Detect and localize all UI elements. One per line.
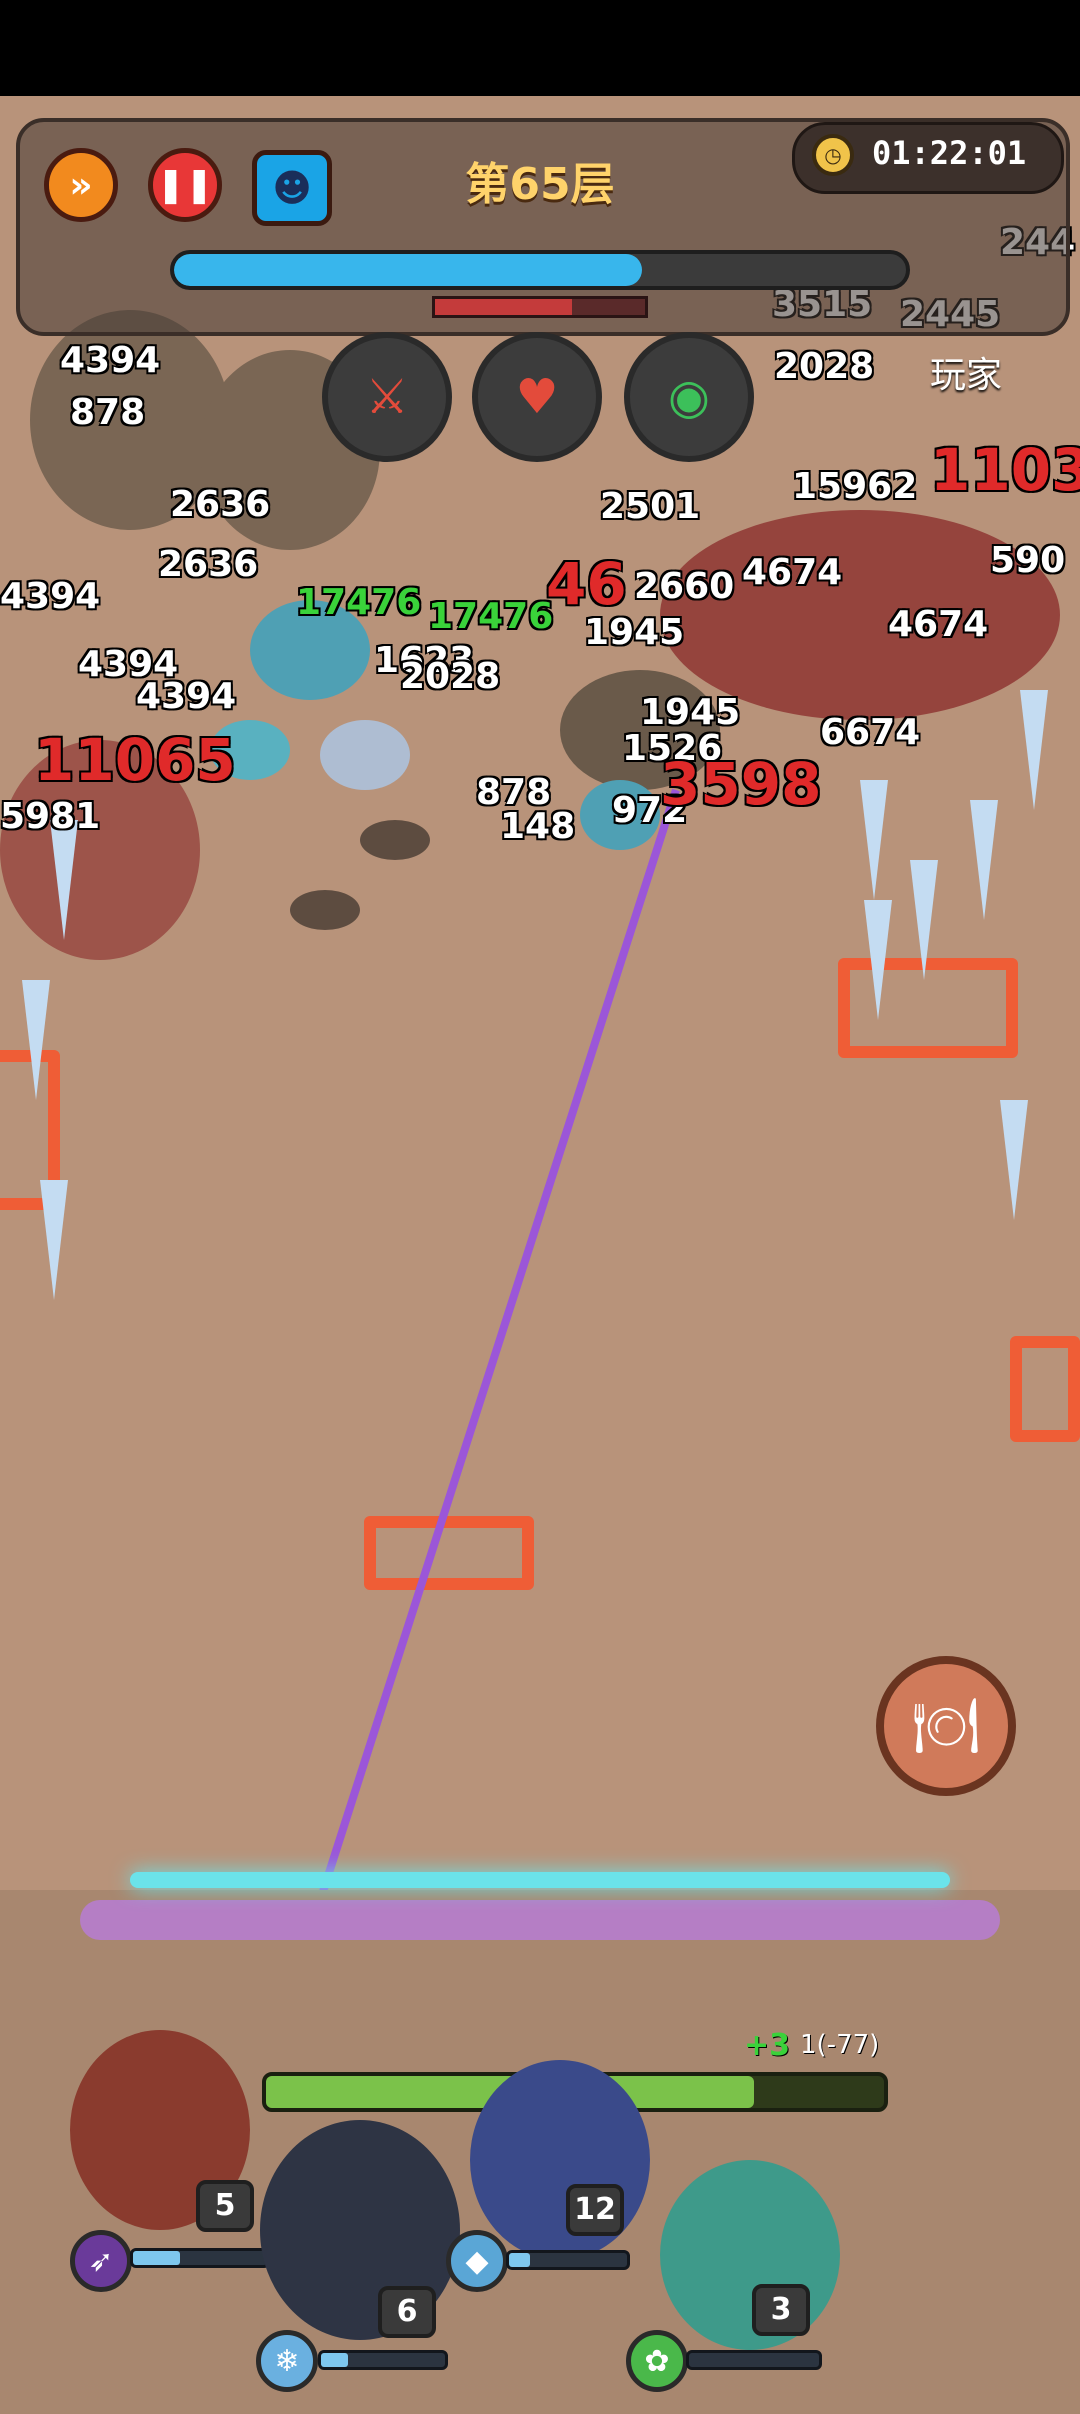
hero-mana-fill: [509, 2253, 531, 2267]
damage-number: 46: [546, 550, 627, 618]
hero-mana-bar: [686, 2350, 822, 2370]
damage-number: 6674: [820, 712, 921, 753]
damage-number: 4674: [742, 552, 843, 593]
nature-icon[interactable]: ✿: [626, 2330, 688, 2392]
skill-sword-button[interactable]: ⚔: [322, 332, 452, 462]
damage-number: 1945: [584, 612, 685, 653]
pause-button[interactable]: ❚❚: [148, 148, 222, 222]
damage-number: 15962: [792, 466, 918, 507]
clock-icon: ◷: [812, 134, 854, 176]
food-icon: 🍽: [911, 1694, 981, 1757]
spirit-skill-icon: ◉: [668, 369, 710, 425]
pause-icon: ❚❚: [156, 165, 214, 205]
boss-hp-bar: [432, 296, 648, 318]
hero-mana-fill: [321, 2353, 349, 2367]
damage-number: 4394: [60, 340, 161, 381]
damage-number: 3598: [660, 750, 822, 818]
boss-hp-fill: [435, 299, 572, 315]
hero-level-badge: 12: [566, 2184, 624, 2236]
heal-popup: +3: [744, 2028, 791, 2063]
skill-heal-button[interactable]: ♥: [472, 332, 602, 462]
gem-icon[interactable]: ◆: [446, 2230, 508, 2292]
fast-forward-icon: »: [69, 164, 93, 206]
damage-number: 878: [70, 392, 146, 433]
damage-number: 590: [990, 540, 1066, 581]
druid-bird-hero[interactable]: [660, 2160, 840, 2350]
hero-level-badge: 3: [752, 2284, 810, 2336]
hero-mana-fill: [133, 2251, 180, 2265]
damage-number: 2660: [634, 566, 735, 607]
skill-spirit-button[interactable]: ◉: [624, 332, 754, 462]
hero-portrait-icon: ☻: [272, 166, 312, 210]
hero-portrait-button[interactable]: ☻: [252, 150, 332, 226]
damage-number: 5981: [0, 796, 101, 837]
ice-crystal-icon[interactable]: ❄: [256, 2330, 318, 2392]
damage-number: 2028: [774, 346, 875, 387]
beam-line: [274, 788, 680, 2034]
hero-mana-bar: [130, 2248, 270, 2268]
damage-number: 17476: [428, 596, 554, 637]
hero-level-badge: 6: [378, 2286, 436, 2338]
game-screen: 4394 878 2636 2636 4394 17476 17476 4394…: [0, 0, 1080, 2414]
damage-number: 11030: [930, 436, 1080, 504]
floor-label: 第65层: [465, 159, 615, 210]
hero-mana-bar: [318, 2350, 448, 2370]
player-label: 玩家: [930, 355, 1003, 396]
damage-number: 11065: [34, 726, 236, 794]
hero-level-badge: 5: [196, 2180, 254, 2232]
damage-number: 1945: [640, 692, 741, 733]
food-button[interactable]: 🍽: [876, 1656, 1016, 1796]
damage-number: 17476: [296, 582, 422, 623]
damage-number: 4394: [0, 576, 101, 617]
fast-forward-button[interactable]: »: [44, 148, 118, 222]
damage-number: 4674: [888, 604, 989, 645]
damage-number: 2028: [400, 656, 501, 697]
damage-number: 2636: [170, 484, 271, 525]
damage-number: 2501: [600, 486, 701, 527]
wave-progress-fill: [174, 254, 643, 286]
hero-mana-bar: [506, 2250, 630, 2270]
barrier-purple: [80, 1900, 1000, 1940]
barrier-glow: [130, 1872, 950, 1888]
damage-number: 2636: [158, 544, 259, 585]
wave-progress-bar: [170, 250, 910, 290]
damage-number: 4394: [136, 676, 237, 717]
sword-skill-icon: ⚔: [365, 369, 409, 425]
heal-value: 1(-77): [800, 2030, 880, 2060]
damage-number: 148: [500, 806, 576, 847]
bow-icon[interactable]: ➶: [70, 2230, 132, 2292]
timer-text: 01:22:01: [872, 134, 1027, 172]
heal-skill-icon: ♥: [515, 369, 559, 425]
